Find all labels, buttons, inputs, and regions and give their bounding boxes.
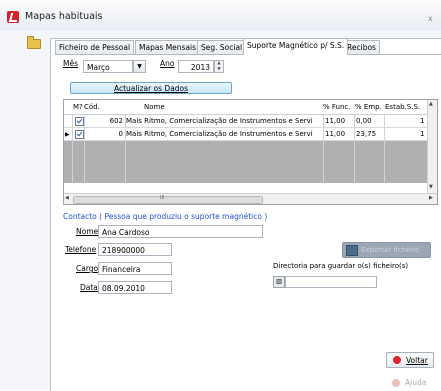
export-file-button: Exportar ficheiro: [342, 242, 431, 258]
voltar-label: Voltar: [406, 356, 428, 365]
cell-nome: Mais Ritmo, Comercialização de Instrumen…: [126, 130, 313, 138]
chevron-down-icon[interactable]: ▼: [133, 60, 146, 73]
browse-folder-button[interactable]: ▥: [273, 276, 285, 288]
voltar-button[interactable]: Voltar: [386, 352, 434, 368]
export-file-label: Exportar ficheiro: [361, 246, 420, 254]
actualizar-dados-button[interactable]: Actualizar os Dados: [70, 82, 232, 94]
cell-cod: 0: [118, 130, 123, 138]
cargo-label-text: Cargo: [76, 264, 99, 273]
title-bar: Mapas habituais x: [0, 0, 441, 30]
actualizar-dados-label: Actualizar os Dados: [113, 84, 189, 93]
employees-grid[interactable]: M? Cód. Nome % Func. % Emp. Estab.S.S. 6…: [63, 99, 438, 205]
ano-label: Ano: [160, 59, 175, 68]
scroll-right-icon[interactable]: ▶: [429, 195, 433, 201]
cell-func: 11,00: [325, 130, 346, 138]
directory-label: Directoria para guardar o(s) ficheiro(s): [273, 262, 409, 270]
cell-estab: 1: [420, 117, 425, 125]
scroll-up-icon[interactable]: ▲: [429, 101, 433, 107]
cell-nome: Mais Ritmo, Comercialização de Instrumen…: [126, 117, 313, 125]
scroll-down-icon[interactable]: ▼: [429, 184, 433, 190]
scroll-thumb[interactable]: III: [73, 195, 263, 204]
col-header-func[interactable]: % Func.: [323, 103, 350, 111]
scroll-grip: III: [160, 195, 165, 201]
table-row[interactable]: 602 Mais Ritmo, Comercialização de Instr…: [64, 115, 427, 128]
grid-empty-area: [64, 141, 427, 183]
telefone-field[interactable]: 218900000: [98, 243, 172, 256]
ano-field[interactable]: 2013: [178, 60, 214, 73]
col-header-cod[interactable]: Cód.: [84, 103, 100, 111]
ajuda-button[interactable]: Ajuda: [386, 376, 434, 390]
grid-header: M? Cód. Nome % Func. % Emp. Estab.S.S.: [64, 100, 437, 115]
cell-emp: 23,75: [356, 130, 377, 138]
tab-suporte-magnetico[interactable]: Suporte Magnético p/ S.S.: [243, 38, 349, 55]
spin-down-icon[interactable]: ▼: [215, 67, 223, 73]
grid-divider: [323, 114, 324, 183]
folder-icon[interactable]: [27, 36, 41, 49]
tab-seg-social[interactable]: Seg. Social: [197, 40, 247, 54]
help-icon: [392, 379, 400, 387]
cargo-field[interactable]: Financeira: [98, 262, 172, 275]
grid-horizontal-scrollbar[interactable]: ◀ III ▶: [64, 193, 437, 204]
row-checkbox[interactable]: [75, 130, 84, 139]
cell-cod: 602: [109, 117, 123, 125]
col-header-nome[interactable]: Nome: [144, 103, 165, 111]
nome-field[interactable]: Ana Cardoso: [98, 225, 263, 238]
contact-section-title: Contacto ( Pessoa que produziu o suporte…: [63, 212, 268, 221]
row-checkbox[interactable]: [75, 117, 84, 126]
cell-func: 11,00: [325, 117, 346, 125]
data-label: Data: [80, 283, 98, 292]
telefone-label: Telefone: [65, 245, 97, 254]
ano-spinner[interactable]: ▲ ▼: [214, 60, 224, 73]
col-header-estab[interactable]: Estab.S.S.: [385, 103, 420, 111]
grid-divider: [384, 114, 385, 183]
mes-select[interactable]: Março: [83, 60, 133, 73]
cell-estab: 1: [420, 130, 425, 138]
grid-divider: [354, 114, 355, 183]
cargo-label: Cargo: [76, 264, 98, 273]
app-logo-icon: [7, 11, 19, 23]
cell-emp: 0,00: [356, 117, 372, 125]
data-field[interactable]: 08.09.2010: [98, 281, 172, 294]
tab-recibos[interactable]: Recibos: [343, 40, 380, 54]
scroll-left-icon[interactable]: ◀: [65, 195, 69, 201]
tab-ficheiro-pessoal[interactable]: Ficheiro de Pessoal: [55, 40, 135, 54]
grid-divider: [84, 114, 85, 183]
tab-mapas-mensais[interactable]: Mapas Mensais: [135, 40, 201, 54]
exit-icon: [393, 356, 401, 364]
col-header-emp[interactable]: % Emp.: [355, 103, 382, 111]
ajuda-label: Ajuda: [405, 378, 427, 387]
current-row-icon: ▶: [65, 131, 70, 138]
window-title: Mapas habituais: [25, 11, 103, 22]
nome-label: Nome: [76, 227, 99, 236]
directory-field[interactable]: [285, 276, 377, 288]
col-header-m[interactable]: M?: [73, 103, 83, 111]
close-icon[interactable]: x: [428, 14, 433, 23]
table-row[interactable]: ▶ 0 Mais Ritmo, Comercialização de Instr…: [64, 128, 427, 141]
mes-label: Mês: [63, 59, 78, 68]
grid-divider: [72, 114, 73, 183]
export-icon: [346, 245, 358, 256]
grid-divider: [125, 114, 126, 183]
grid-vertical-scrollbar[interactable]: ▲ ▼: [427, 100, 437, 193]
